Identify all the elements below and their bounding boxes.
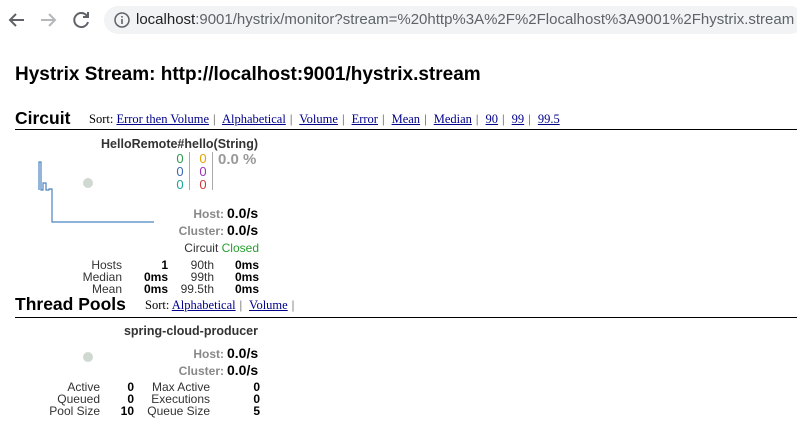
p995-value: 0ms [234, 282, 259, 296]
info-icon[interactable] [114, 12, 130, 33]
forward-arrow-icon[interactable] [37, 9, 59, 31]
sort-99-5-link[interactable]: 99.5 [538, 112, 560, 126]
sort-separator: | [424, 112, 427, 126]
count-divider [189, 152, 190, 190]
bad-request-count: 0 [176, 177, 184, 192]
circuit-health-circle [83, 178, 93, 188]
p995-label: 99.5th [180, 282, 214, 296]
sort-median-link[interactable]: Median [434, 112, 472, 126]
circuit-heading: Circuit [15, 108, 71, 128]
sort-separator: | [341, 112, 345, 126]
circuit-status: Circuit Closed [160, 241, 259, 255]
queue-size-value: 5 [253, 404, 260, 418]
pool-size-label: Pool Size [49, 404, 100, 418]
pool-cluster-rate: 0.0/s [227, 362, 259, 378]
sort-separator: | [502, 112, 505, 126]
address-bar[interactable]: localhost:9001/hystrix/monitor?stream=%2… [104, 6, 797, 34]
mean-value: 0ms [143, 282, 168, 296]
sort-alphabetical-link[interactable]: Alphabetical [222, 112, 286, 126]
sort-error-link[interactable]: Error [352, 112, 378, 126]
sort-separator: | [381, 112, 385, 126]
circuit-divider [15, 129, 797, 130]
pool-host-rate-label: Host: [193, 347, 224, 361]
failure-count: 0 [199, 177, 207, 192]
thread-pool-name: spring-cloud-producer [123, 324, 258, 338]
sort-error-then-volume-link[interactable]: Error then Volume [116, 112, 209, 126]
sort-separator: | [213, 112, 216, 126]
thread-pools-heading: Thread Pools [15, 294, 126, 314]
pool-host-rate: 0.0/s [227, 345, 259, 361]
cluster-rate: 0.0/s [227, 222, 259, 238]
circuit-status-value: Closed [221, 241, 259, 255]
reload-icon[interactable] [70, 9, 92, 31]
sort-90-link[interactable]: 90 [486, 112, 499, 126]
circuit-sparkline [38, 161, 154, 223]
sort-separator: | [289, 112, 293, 126]
url-text: localhost:9001/hystrix/monitor?stream=%2… [136, 11, 795, 28]
sort-volume-link[interactable]: Volume [299, 112, 338, 126]
thread-pools-sort-bar: Sort: Alphabetical | Volume | [145, 298, 298, 313]
sort-separator: | [528, 112, 531, 126]
pool-cluster-rate-label: Cluster: [178, 364, 224, 378]
circuit-sort-bar: Sort: Error then Volume | Alphabetical | V… [89, 112, 560, 127]
circuit-name: HelloRemote#hello(String) [101, 137, 258, 151]
sort-alphabetical-link[interactable]: Alphabetical [172, 298, 236, 312]
sort-separator: | [475, 112, 479, 126]
host-rate-label: Host: [193, 207, 224, 221]
sort-mean-link[interactable]: Mean [392, 112, 420, 126]
sort-separator: | [291, 298, 295, 312]
cluster-rate-label: Cluster: [178, 224, 224, 238]
error-percentage: 0.0 % [218, 151, 257, 168]
sort-label: Sort: [145, 298, 170, 312]
circuit-status-label: Circuit [184, 241, 219, 255]
queue-size-label: Queue Size [147, 404, 210, 418]
sort-separator: | [239, 298, 243, 312]
pool-size-value: 10 [120, 404, 134, 418]
thread-pool-health-circle [83, 352, 93, 362]
count-divider-2 [212, 152, 213, 190]
host-rate: 0.0/s [227, 205, 259, 221]
sort-volume-link[interactable]: Volume [249, 298, 288, 312]
page-title: Hystrix Stream: http://localhost:9001/hy… [15, 64, 481, 85]
back-arrow-icon[interactable] [6, 9, 28, 31]
sort-99-link[interactable]: 99 [512, 112, 525, 126]
sort-label: Sort: [89, 112, 114, 126]
browser-toolbar: localhost:9001/hystrix/monitor?stream=%2… [0, 0, 797, 40]
thread-pools-divider [15, 317, 797, 318]
